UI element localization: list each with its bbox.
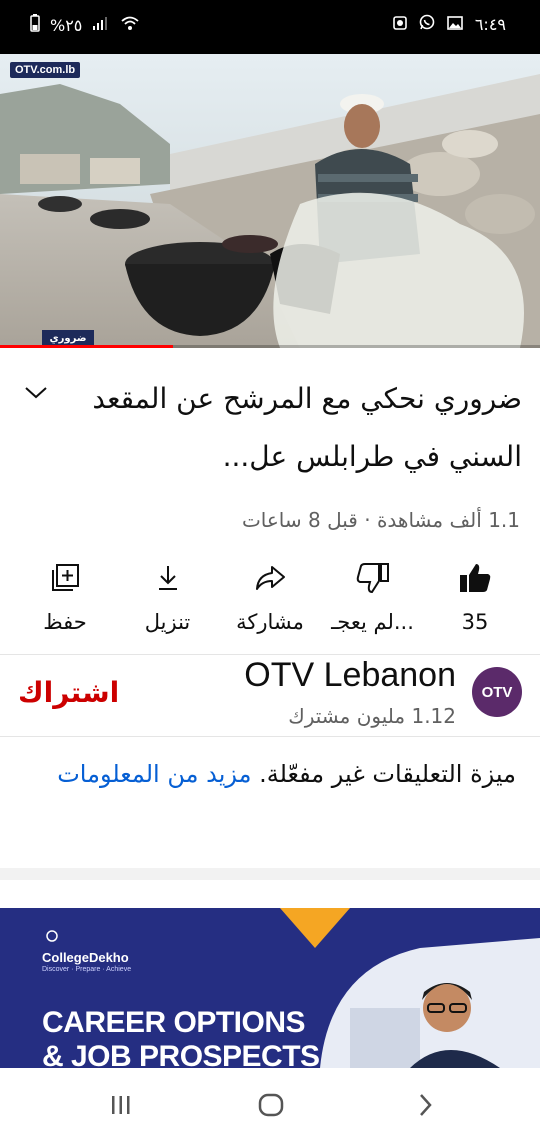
channel-avatar[interactable]: OTV — [472, 667, 522, 717]
action-row: 35 لم يعجـ... مشاركة تنزيل حفظ — [20, 560, 520, 650]
divider — [0, 654, 540, 655]
dislike-label: لم يعجـ... — [331, 610, 414, 634]
more-info-link[interactable]: مزيد من المعلومات — [57, 760, 251, 788]
save-label: حفظ — [43, 610, 87, 634]
video-frame — [0, 54, 540, 348]
download-button[interactable]: تنزيل — [123, 560, 213, 650]
signal-icon — [92, 16, 110, 35]
recent-apps-button[interactable] — [106, 1090, 136, 1120]
comments-disabled-text: ميزة التعليقات غير مفعّلة. — [251, 760, 516, 788]
subscribe-button[interactable]: اشتراك — [18, 676, 119, 709]
download-label: تنزيل — [144, 610, 191, 634]
home-icon — [258, 1093, 284, 1117]
gallery-icon — [447, 15, 463, 34]
ad-banner[interactable]: CollegeDekho Discover · Prepare · Achiev… — [0, 908, 540, 1068]
back-button[interactable] — [410, 1090, 440, 1120]
video-player[interactable]: OTV.com.lb ضروري نحكي — [0, 54, 540, 348]
save-button[interactable]: حفظ — [20, 560, 110, 650]
ad-tagline: Discover · Prepare · Achieve — [42, 966, 132, 973]
thumbs-up-icon — [457, 560, 493, 596]
expand-description-button[interactable] — [22, 380, 50, 404]
home-button[interactable] — [256, 1090, 286, 1120]
clock: ٦:٤٩ — [474, 14, 506, 34]
like-button[interactable]: 35 — [430, 560, 520, 650]
save-to-playlist-icon — [47, 560, 83, 596]
share-icon — [252, 560, 288, 596]
download-icon — [150, 560, 186, 596]
whatsapp-icon — [419, 14, 435, 34]
channel-subscriber-count: 1.12 مليون مشترك — [288, 704, 456, 728]
ad-headline-line2: & JOB PROSPECTS — [42, 1040, 320, 1068]
system-navigation-bar — [0, 1068, 540, 1140]
battery-icon — [30, 14, 40, 36]
wifi-icon — [120, 15, 140, 35]
ad-headline-line1: CAREER OPTIONS — [42, 1006, 306, 1039]
recent-apps-icon — [112, 1096, 130, 1114]
video-meta: 1.1 ألف مشاهدة · قبل 8 ساعات — [241, 508, 520, 532]
video-progress-bar[interactable] — [0, 345, 540, 348]
screenshot-icon — [393, 15, 407, 34]
thumbs-down-icon — [355, 560, 391, 596]
comments-disabled-note: ميزة التعليقات غير مفعّلة. مزيد من المعل… — [26, 752, 516, 796]
dislike-button[interactable]: لم يعجـ... — [328, 560, 418, 650]
back-chevron-icon — [420, 1094, 432, 1116]
chevron-down-icon — [25, 387, 47, 399]
ad-headline: CAREER OPTIONS & JOB PROSPECTS — [42, 1006, 320, 1068]
video-title-block[interactable]: ضروري نحكي مع المرشح عن المقعد السني في … — [72, 370, 522, 486]
channel-name[interactable]: OTV Lebanon — [244, 656, 456, 695]
share-button[interactable]: مشاركة — [225, 560, 315, 650]
like-count: 35 — [461, 610, 489, 634]
video-progress-fill — [0, 345, 173, 348]
video-title: ضروري نحكي مع المرشح عن المقعد السني في … — [92, 382, 522, 473]
channel-watermark: OTV.com.lb — [10, 62, 81, 78]
divider — [0, 736, 540, 737]
ad-brand: CollegeDekho — [42, 950, 129, 965]
status-bar: %٢٥ ٦:٤٩ — [0, 0, 540, 54]
battery-level: %٢٥ — [50, 15, 83, 35]
share-label: مشاركة — [236, 610, 304, 634]
section-separator — [0, 868, 540, 880]
collegedekho-logo-icon — [46, 930, 58, 942]
